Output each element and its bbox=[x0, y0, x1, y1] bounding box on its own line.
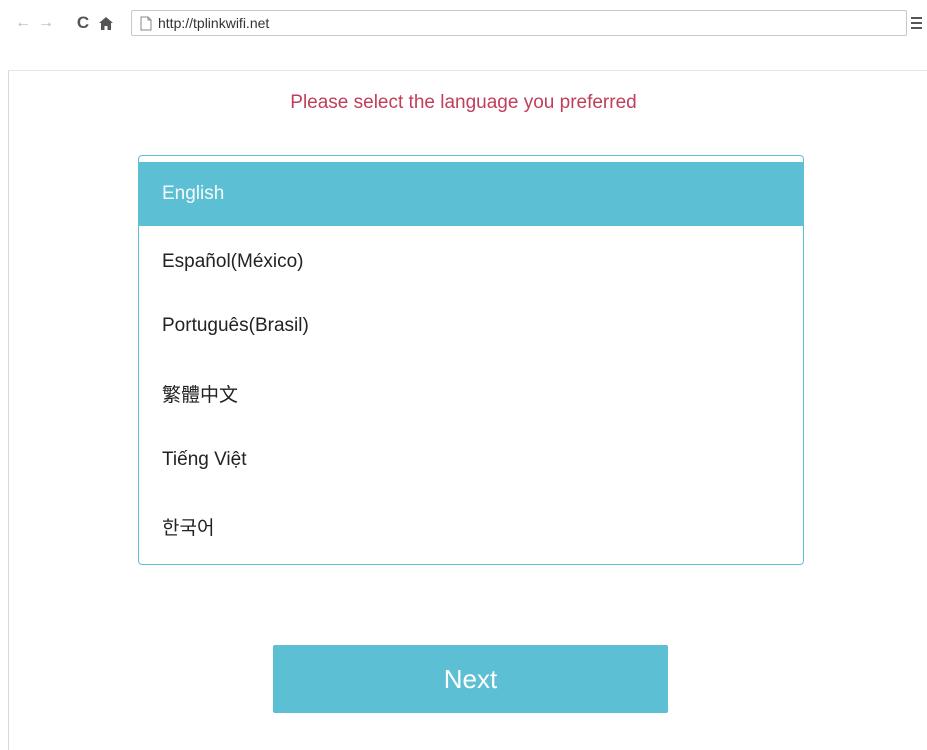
url-text: http://tplinkwifi.net bbox=[158, 15, 270, 31]
language-list: English Español(México) Português(Brasil… bbox=[138, 155, 804, 565]
address-bar[interactable]: http://tplinkwifi.net bbox=[131, 10, 907, 36]
browser-toolbar: ← → C http://tplinkwifi.net bbox=[0, 0, 927, 50]
language-item-traditional-chinese[interactable]: 繁體中文 bbox=[139, 361, 803, 425]
language-item-espanol-mexico[interactable]: Español(México) bbox=[139, 230, 803, 294]
arrow-left-icon[interactable]: ← bbox=[14, 13, 32, 33]
page-title: Please select the language you preferred bbox=[290, 92, 637, 113]
language-item-portugues-brasil[interactable]: Português(Brasil) bbox=[139, 294, 803, 358]
language-item-english[interactable]: English bbox=[139, 162, 803, 226]
language-item-korean[interactable]: 한국어 bbox=[139, 494, 803, 558]
home-icon[interactable] bbox=[96, 13, 116, 33]
arrow-right-icon[interactable]: → bbox=[37, 13, 55, 33]
language-item-vietnamese[interactable]: Tiếng Việt bbox=[139, 428, 803, 492]
reload-icon[interactable]: C bbox=[74, 13, 92, 33]
page-icon bbox=[140, 16, 152, 31]
next-button[interactable]: Next bbox=[273, 645, 668, 713]
hamburger-menu-icon[interactable] bbox=[911, 14, 927, 32]
